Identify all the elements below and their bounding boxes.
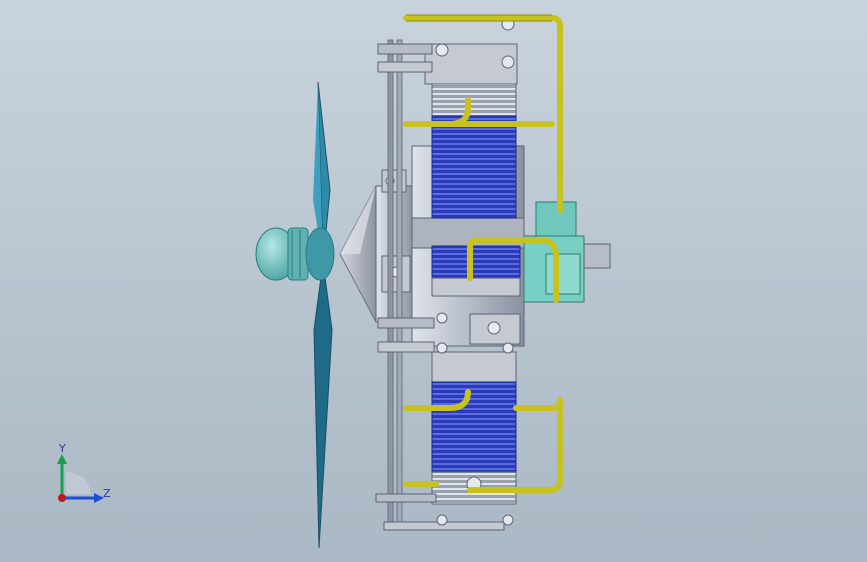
rear-shaft (583, 243, 611, 269)
axis-triad[interactable]: Y Z (57, 442, 111, 503)
y-axis-arrow-icon (57, 454, 67, 464)
propeller (313, 81, 333, 549)
cad-viewport[interactable]: Y Z (0, 0, 867, 562)
cylinder-upper (424, 43, 518, 219)
front-case (375, 169, 415, 323)
origin-icon (58, 494, 66, 502)
y-axis-label: Y (58, 442, 66, 455)
z-axis-label: Z (103, 487, 111, 500)
nose-cone (339, 185, 377, 323)
cylinder-center (431, 245, 521, 297)
spinner-hub (255, 227, 335, 281)
triad-arc-icon (66, 472, 90, 494)
